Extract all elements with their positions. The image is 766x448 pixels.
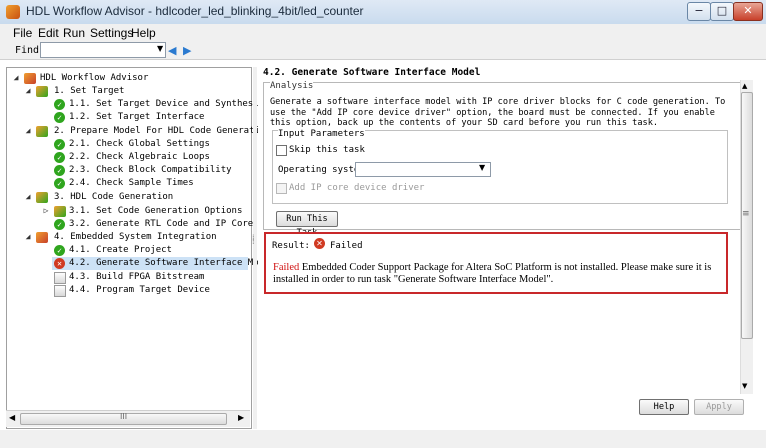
check-icon: ✓ xyxy=(54,99,65,110)
collapse-icon[interactable]: ◢ xyxy=(24,87,32,95)
os-select[interactable] xyxy=(355,162,491,177)
collapse-icon[interactable]: ◢ xyxy=(24,127,32,135)
menu-run[interactable]: Run xyxy=(63,26,85,40)
check-icon: ✓ xyxy=(54,112,65,123)
folder-check-icon xyxy=(36,192,48,203)
status-bar xyxy=(0,430,766,448)
menu-file[interactable]: File xyxy=(13,26,32,40)
collapse-icon[interactable]: ◢ xyxy=(24,233,32,241)
collapse-icon[interactable]: ◢ xyxy=(24,193,32,201)
maximize-button[interactable]: □ xyxy=(710,2,734,21)
find-input[interactable] xyxy=(40,42,166,58)
pending-icon xyxy=(54,285,66,297)
menu-settings[interactable]: Settings xyxy=(90,26,133,40)
tree-label: 2. Prepare Model For HDL Code Generation xyxy=(54,126,271,136)
find-next-icon[interactable]: ▶ xyxy=(183,44,197,57)
menu-edit[interactable]: Edit xyxy=(38,26,59,40)
apply-button[interactable]: Apply xyxy=(694,399,744,415)
check-icon: ✓ xyxy=(54,178,65,189)
window-title: HDL Workflow Advisor - hdlcoder_led_blin… xyxy=(26,4,364,18)
help-button[interactable]: Help xyxy=(639,399,689,415)
folder-fail-icon xyxy=(36,232,48,243)
tree-label: 1.2. Set Target Interface xyxy=(69,112,205,122)
minimize-button[interactable]: − xyxy=(687,2,711,21)
menu-help[interactable]: Help xyxy=(131,26,156,40)
tree-label: 3.1. Set Code Generation Options xyxy=(69,206,243,216)
check-icon: ✓ xyxy=(54,219,65,230)
result-label: Result: xyxy=(272,241,310,251)
tree-label: 4.2. Generate Software Interface Model xyxy=(69,258,275,268)
result-message-text: Embedded Coder Support Package for Alter… xyxy=(273,262,712,285)
folder-fail-icon xyxy=(24,73,36,84)
fail-icon: ✕ xyxy=(54,258,65,269)
tree-label: 1. Set Target xyxy=(54,86,125,96)
chevron-down-icon[interactable]: ▼ xyxy=(479,163,485,172)
scroll-up-icon[interactable]: ▲ xyxy=(742,82,747,90)
app-icon xyxy=(6,5,20,19)
tree-label: 2.3. Check Block Compatibility xyxy=(69,165,232,175)
tree-label: 4. Embedded System Integration xyxy=(54,232,217,242)
skip-task-checkbox[interactable] xyxy=(276,145,287,156)
tree-label: 2.2. Check Algebraic Loops xyxy=(69,152,210,162)
check-icon: ✓ xyxy=(54,152,65,163)
result-failed-word: Failed xyxy=(273,262,300,273)
fail-icon: ✕ xyxy=(314,238,325,249)
result-message: Failed Embedded Coder Support Package fo… xyxy=(273,262,717,286)
folder-check-icon xyxy=(36,126,48,137)
folder-check-icon xyxy=(36,86,48,97)
scroll-left-icon[interactable]: ◀ xyxy=(9,413,15,422)
check-icon: ✓ xyxy=(54,165,65,176)
input-parameters-label: Input Parameters xyxy=(278,129,365,139)
check-icon: ✓ xyxy=(54,245,65,256)
tree-label: 2.1. Check Global Settings xyxy=(69,139,210,149)
scroll-right-icon[interactable]: ▶ xyxy=(238,413,244,422)
tree-label: 2.4. Check Sample Times xyxy=(69,178,194,188)
chevron-down-icon[interactable]: ▼ xyxy=(157,44,163,53)
close-button[interactable]: ✕ xyxy=(733,2,763,21)
scroll-down-icon[interactable]: ▼ xyxy=(742,382,747,390)
splitter-grip-icon[interactable]: ⁞ ⁞ xyxy=(252,234,255,246)
task-title: 4.2. Generate Software Interface Model xyxy=(263,67,481,78)
run-task-button[interactable]: Run This Task xyxy=(276,211,338,238)
tree-label: HDL Workflow Advisor xyxy=(40,73,149,83)
scroll-grip-icon: III xyxy=(120,412,128,421)
tree-label: 3. HDL Code Generation xyxy=(54,192,174,202)
pane-splitter[interactable] xyxy=(253,67,257,429)
add-driver-checkbox[interactable] xyxy=(276,183,287,194)
task-description: Generate a software interface model with… xyxy=(270,97,726,128)
result-status: Failed xyxy=(330,241,363,251)
find-previous-icon[interactable]: ◀ xyxy=(168,44,182,57)
add-driver-label: Add IP core device driver xyxy=(289,183,425,193)
tree-label: 4.4. Program Target Device xyxy=(69,285,210,295)
skip-task-label: Skip this task xyxy=(289,145,365,155)
tree-item-selected[interactable]: ✕ 4.2. Generate Software Interface Model xyxy=(52,257,275,270)
tree-label: 3.2. Generate RTL Code and IP Core xyxy=(69,219,254,229)
tree-label: 4.3. Build FPGA Bitstream xyxy=(69,272,205,282)
pending-icon xyxy=(54,272,66,284)
collapse-icon[interactable]: ◢ xyxy=(12,74,20,82)
analysis-label: Analysis xyxy=(270,81,314,91)
scroll-grip-icon: ≡ xyxy=(742,209,750,219)
tree-label: 4.1. Create Project xyxy=(69,245,172,255)
expand-icon[interactable]: ▷ xyxy=(42,207,50,215)
folder-check-icon xyxy=(54,206,66,217)
check-icon: ✓ xyxy=(54,139,65,150)
